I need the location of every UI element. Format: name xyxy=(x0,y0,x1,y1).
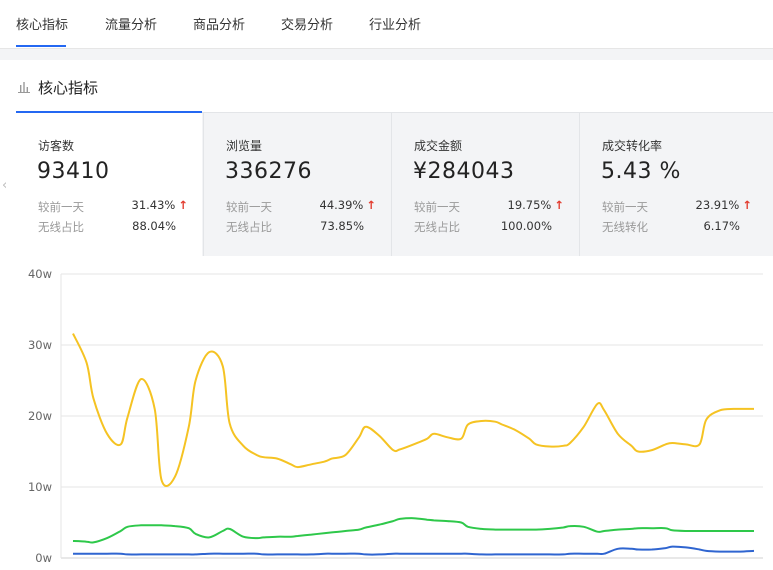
share-value: 100.00% xyxy=(500,219,552,233)
y-tick-label: 0w xyxy=(35,551,52,565)
bar-chart-icon xyxy=(18,82,30,93)
compare-value: 31.43% xyxy=(131,198,176,212)
share-label: 无线转化 xyxy=(602,220,648,234)
compare-value-group: 44.39% ↑ xyxy=(320,198,377,212)
card-name: 浏览量 xyxy=(226,139,263,153)
section-gap xyxy=(0,49,773,60)
tab-traffic-analysis[interactable]: 流量分析 xyxy=(105,14,157,33)
section-header xyxy=(0,60,773,112)
card-name: 成交转化率 xyxy=(602,139,663,153)
section-title: 核心指标 xyxy=(38,79,99,97)
compare-value-group: 19.75% ↑ xyxy=(508,198,565,212)
share-value: 73.85% xyxy=(320,219,364,233)
compare-value: 44.39% xyxy=(319,198,364,212)
compare-label: 较前一天 xyxy=(226,200,272,214)
metric-card-sales-amount[interactable]: 成交金额 ¥284043 较前一天 19.75% ↑ 无线占比 100.00% xyxy=(392,113,578,256)
card-name: 成交金额 xyxy=(414,139,463,153)
metric-card-conversion-rate[interactable]: 成交转化率 5.43 % 较前一天 23.91% ↑ 无线转化 6.17% xyxy=(580,113,766,256)
compare-value: 23.91% xyxy=(695,198,740,212)
card-value: 93410 xyxy=(37,159,110,184)
share-value: 88.04% xyxy=(132,219,176,233)
metric-cards: 访客数 93410 较前一天 31.43% ↑ 无线占比 88.04% 浏览量 3… xyxy=(16,111,773,256)
y-tick-label: 40w xyxy=(28,267,52,281)
tab-product-analysis[interactable]: 商品分析 xyxy=(193,14,245,33)
top-tab-bar: 核心指标 流量分析 商品分析 交易分析 行业分析 xyxy=(0,0,773,49)
y-tick-label: 30w xyxy=(28,338,52,352)
card-value: ¥284043 xyxy=(413,159,515,184)
chevron-left-icon[interactable]: ‹ xyxy=(2,178,7,193)
compare-value-group: 23.91% ↑ xyxy=(696,198,753,212)
trend-chart: 0w 10w 20w 30w 40w xyxy=(0,256,773,566)
tab-industry-analysis[interactable]: 行业分析 xyxy=(369,14,421,33)
series-line-0 xyxy=(72,333,754,488)
arrow-up-icon: ↑ xyxy=(366,198,376,212)
tab-core-metrics[interactable]: 核心指标 xyxy=(16,14,68,33)
compare-label: 较前一天 xyxy=(602,200,648,214)
compare-value: 19.75% xyxy=(507,198,552,212)
share-label: 无线占比 xyxy=(38,220,84,234)
arrow-up-icon: ↑ xyxy=(742,198,752,212)
y-tick-label: 10w xyxy=(28,480,52,494)
compare-value-group: 31.43% ↑ xyxy=(132,198,189,212)
share-label: 无线占比 xyxy=(226,220,272,234)
active-tab-underline xyxy=(16,45,66,47)
y-tick-label: 20w xyxy=(28,409,52,423)
share-value: 6.17% xyxy=(703,219,740,233)
trend-chart-svg: 0w 10w 20w 30w 40w xyxy=(28,267,763,565)
compare-label: 较前一天 xyxy=(414,200,460,214)
series-line-2 xyxy=(72,545,755,556)
compare-label: 较前一天 xyxy=(38,200,84,214)
metric-card-visitors[interactable]: 访客数 93410 较前一天 31.43% ↑ 无线占比 88.04% xyxy=(16,111,202,256)
card-value: 5.43 % xyxy=(601,159,681,184)
card-value: 336276 xyxy=(225,159,312,184)
series-line-1 xyxy=(72,517,754,544)
arrow-up-icon: ↑ xyxy=(554,198,564,212)
tab-trade-analysis[interactable]: 交易分析 xyxy=(281,14,333,33)
card-name: 访客数 xyxy=(38,139,75,153)
arrow-up-icon: ↑ xyxy=(178,198,188,212)
share-label: 无线占比 xyxy=(414,220,460,234)
metric-card-pageviews[interactable]: 浏览量 336276 较前一天 44.39% ↑ 无线占比 73.85% xyxy=(204,113,390,256)
